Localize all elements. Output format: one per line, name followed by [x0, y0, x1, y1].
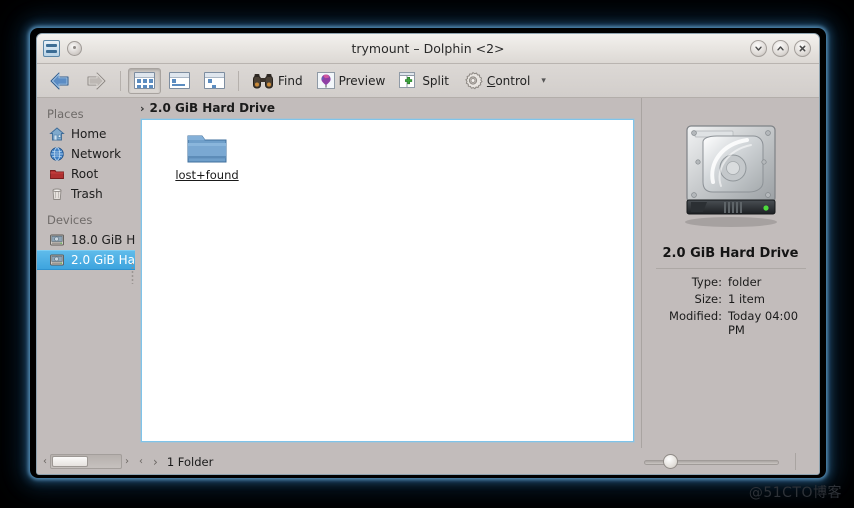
details-view-icon	[169, 72, 190, 89]
sidebar-section-devices-header: Devices	[47, 213, 93, 227]
window-title: trymount – Dolphin <2>	[351, 41, 505, 56]
info-row-type: Type: folder	[650, 275, 811, 289]
info-value: 1 item	[728, 292, 765, 306]
home-icon	[49, 126, 65, 142]
info-key: Type:	[691, 275, 722, 289]
dolphin-drawer-icon[interactable]	[43, 40, 60, 57]
info-row-modified: Modified: Today 04:00 PM	[650, 309, 811, 337]
status-bar: ‹ › ‹ › 1 Folder	[37, 448, 819, 474]
title-bar-left-buttons	[43, 40, 82, 57]
window-body: Places Home Network Root Trash Devices 1…	[37, 98, 819, 448]
info-panel-divider	[655, 268, 806, 269]
scroll-left-icon[interactable]: ‹	[42, 456, 48, 467]
hard-drive-icon	[49, 252, 65, 268]
info-panel-title: 2.0 GiB Hard Drive	[662, 246, 799, 261]
hard-drive-image	[684, 125, 777, 227]
info-key: Modified:	[669, 309, 722, 323]
dolphin-window: trymount – Dolphin <2> Find Preview Spli…	[36, 33, 820, 475]
split-button[interactable]: Split	[393, 68, 455, 94]
back-arrow-icon	[50, 72, 69, 89]
preview-label: Preview	[338, 73, 386, 88]
sidebar-item-home[interactable]: Home	[37, 124, 135, 144]
zoom-slider[interactable]	[644, 453, 779, 470]
breadcrumb-chevron-right-icon: ›	[140, 101, 145, 115]
view-details-button[interactable]	[163, 68, 196, 94]
sidebar-item-label: Network	[71, 147, 122, 161]
info-value: Today 04:00 PM	[728, 309, 799, 337]
breadcrumb[interactable]: › 2.0 GiB Hard Drive	[135, 98, 641, 118]
sidebar-item-device-18gib[interactable]: 18.0 GiB Har	[37, 230, 135, 250]
view-columns-button[interactable]	[198, 68, 231, 94]
zoom-slider-handle[interactable]	[662, 453, 678, 469]
gear-icon	[465, 71, 483, 90]
find-label: Find	[278, 73, 303, 88]
list-item[interactable]: lost+found	[164, 130, 250, 182]
preview-balloon-icon	[316, 72, 335, 89]
shade-button[interactable]	[750, 40, 767, 57]
binoculars-icon	[253, 73, 273, 88]
control-button[interactable]: Control	[457, 68, 536, 94]
toolbar-separator-2	[238, 70, 239, 91]
maximize-button[interactable]	[772, 40, 789, 57]
scrollbar-thumb[interactable]	[52, 456, 89, 467]
info-value: folder	[728, 275, 762, 289]
scroll-prev-icon[interactable]: ‹	[138, 456, 144, 467]
split-label: Split	[422, 73, 449, 88]
content-area: › 2.0 GiB Hard Drive lost+found	[135, 98, 641, 448]
desktop-background: trymount – Dolphin <2> Find Preview Spli…	[0, 0, 854, 508]
info-key: Size:	[694, 292, 722, 306]
root-folder-icon	[49, 166, 65, 182]
split-view-icon	[399, 72, 416, 88]
trash-icon	[49, 186, 65, 202]
sidebar-item-label: 2.0 GiB Hard	[71, 253, 135, 267]
sidebar-item-root[interactable]: Root	[37, 164, 135, 184]
preview-button[interactable]: Preview	[311, 68, 392, 94]
toolbar-separator-1	[120, 70, 121, 91]
icons-view-icon	[134, 72, 155, 89]
sidebar-resize-handle[interactable]	[131, 262, 134, 284]
sidebar-item-label: 18.0 GiB Har	[71, 233, 135, 247]
status-bar-right-spacer	[795, 453, 811, 470]
toolbar-overflow-chevron-down-icon[interactable]: ▾	[541, 76, 546, 86]
sidebar-section-places-header: Places	[47, 107, 84, 121]
sidebar-item-network[interactable]: Network	[37, 144, 135, 164]
scrollbar-track[interactable]	[50, 454, 122, 469]
sidebar-item-trash[interactable]: Trash	[37, 184, 135, 204]
status-text: 1 Folder	[166, 454, 214, 469]
network-globe-icon	[49, 146, 65, 162]
scroll-next-icon[interactable]: ›	[152, 456, 159, 468]
view-icons-button[interactable]	[128, 67, 161, 94]
window-controls	[750, 40, 811, 57]
scroll-right-icon[interactable]: ›	[124, 456, 130, 467]
sidebar-item-label: Root	[71, 167, 99, 181]
find-button[interactable]: Find	[246, 68, 309, 94]
hard-drive-icon	[49, 232, 65, 248]
columns-view-icon	[204, 72, 225, 89]
back-button[interactable]	[43, 68, 77, 94]
sidebar-item-label: Home	[71, 127, 107, 141]
sidebar-item-label: Trash	[71, 187, 103, 201]
window-menu-button[interactable]	[67, 41, 82, 56]
breadcrumb-current[interactable]: 2.0 GiB Hard Drive	[150, 101, 276, 115]
close-button[interactable]	[794, 40, 811, 57]
information-panel: 2.0 GiB Hard Drive Type: folder Size: 1 …	[641, 98, 819, 448]
control-label: Control	[487, 74, 530, 88]
horizontal-scrollbar[interactable]: ‹ ›	[42, 453, 130, 470]
main-toolbar: Find Preview Split Control ▾	[37, 64, 819, 98]
file-view[interactable]: lost+found	[141, 119, 634, 442]
list-item-label: lost+found	[175, 168, 239, 182]
watermark: @51CTO博客	[748, 485, 842, 501]
info-row-size: Size: 1 item	[650, 292, 811, 306]
sidebar-item-device-2gib[interactable]: 2.0 GiB Hard	[37, 250, 135, 270]
places-sidebar: Places Home Network Root Trash Devices 1…	[37, 98, 135, 448]
forward-arrow-icon	[87, 72, 106, 89]
forward-button[interactable]	[79, 68, 113, 94]
title-bar[interactable]: trymount – Dolphin <2>	[37, 34, 819, 64]
folder-icon	[187, 135, 227, 163]
control-rest: ontrol	[495, 73, 531, 88]
info-panel-rows: Type: folder Size: 1 item Modified: Toda…	[650, 275, 811, 340]
